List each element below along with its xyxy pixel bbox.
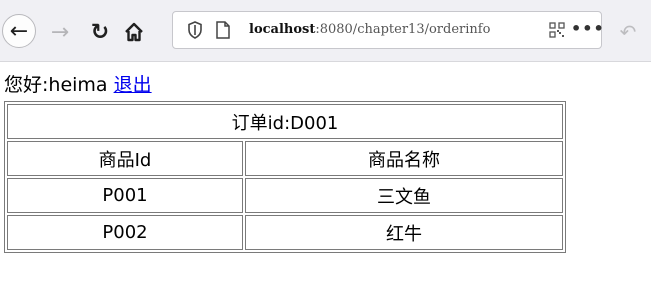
url-path: :8080/chapter13/orderinfo xyxy=(315,22,491,37)
table-row: P002 红牛 xyxy=(7,215,563,250)
cell-product-name: 三文鱼 xyxy=(245,178,563,213)
qr-code-icon[interactable] xyxy=(549,22,565,38)
back-arrow-icon[interactable]: ← xyxy=(2,14,36,48)
cell-product-id: P002 xyxy=(7,215,243,250)
table-row: P001 三文鱼 xyxy=(7,178,563,213)
order-id-cell: 订单id:D001 xyxy=(7,104,563,139)
undo-icon[interactable]: ↶ xyxy=(612,16,644,48)
browser-toolbar: ← → ↻ localhost:8080/chapter13/orderinfo xyxy=(0,0,651,62)
cell-product-id: P001 xyxy=(7,178,243,213)
forward-arrow-icon[interactable]: → xyxy=(44,16,76,48)
greeting-line: 您好:heima 退出 xyxy=(4,72,152,98)
shield-icon[interactable] xyxy=(185,20,205,40)
greeting-text: 您好:heima xyxy=(4,74,108,96)
cell-product-name: 红牛 xyxy=(245,215,563,250)
order-table: 订单id:D001 商品Id 商品名称 P001 三文鱼 P002 红牛 xyxy=(4,101,566,253)
logout-link[interactable]: 退出 xyxy=(114,74,152,96)
address-bar[interactable]: localhost:8080/chapter13/orderinfo ••• xyxy=(172,11,605,49)
home-icon[interactable] xyxy=(118,16,150,48)
url-host: localhost xyxy=(249,22,316,37)
page-info-icon[interactable] xyxy=(215,20,231,40)
reload-icon[interactable]: ↻ xyxy=(84,16,116,48)
header-product-id: 商品Id xyxy=(7,141,243,176)
url-text[interactable]: localhost:8080/chapter13/orderinfo xyxy=(249,20,490,40)
more-actions-icon[interactable]: ••• xyxy=(571,19,605,38)
header-product-name: 商品名称 xyxy=(245,141,563,176)
table-title-row: 订单id:D001 xyxy=(7,104,563,139)
table-header-row: 商品Id 商品名称 xyxy=(7,141,563,176)
